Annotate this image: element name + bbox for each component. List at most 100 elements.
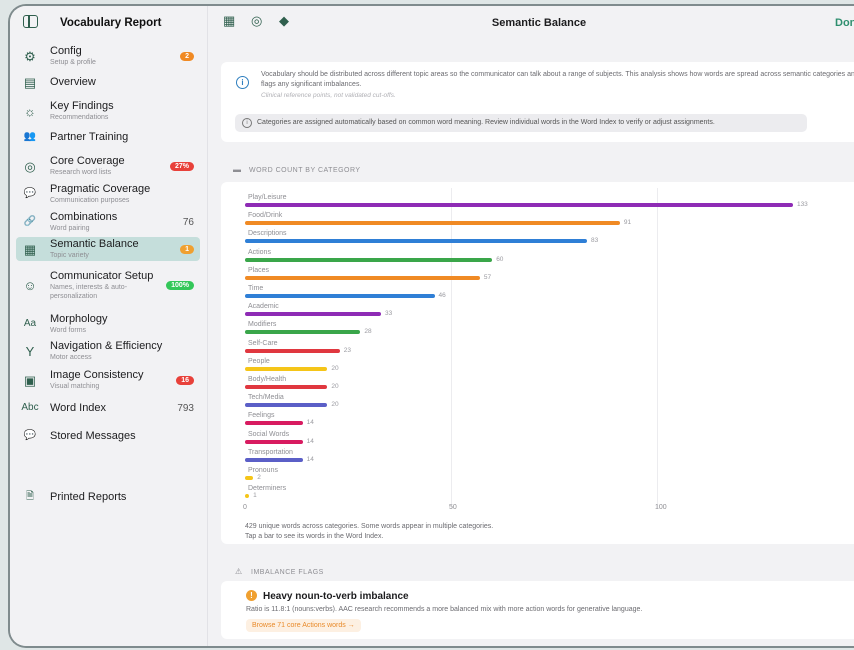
info-card: i Vocabulary should be distributed acros…	[221, 62, 854, 142]
chart-footer-hint: Tap a bar to see its words in the Word I…	[245, 533, 384, 540]
status-badge: 27%	[169, 161, 194, 171]
sidebar-item-text: Partner Training	[50, 131, 200, 144]
bar-academic[interactable]	[245, 312, 381, 317]
sidebar-item-text: Config Setup & profile	[50, 45, 180, 67]
bar-modifiers[interactable]	[245, 330, 361, 335]
sidebar-item-communicator-setup[interactable]: ☺ Communicator Setup Names, interests & au…	[16, 269, 200, 301]
sidebar-item-label: Communicator Setup	[50, 269, 154, 282]
category-label: Pronouns	[248, 467, 278, 474]
bar-value: 14	[306, 437, 314, 445]
x-tick-label: 50	[449, 504, 457, 511]
sidebar-item-overview[interactable]: ▤ Overview	[16, 73, 200, 91]
bar-value: 1	[253, 492, 257, 500]
bar-actions[interactable]	[245, 257, 493, 262]
sidebar-item-label: Pragmatic Coverage	[50, 183, 151, 195]
sidebar-item-morphology[interactable]: Aa Morphology Word forms	[16, 312, 200, 336]
sidebar-item-printed-reports[interactable]: 🗎 Printed Reports	[16, 488, 200, 506]
sidebar-item-key-findings[interactable]: ☼ Key Findings Recommendations	[16, 99, 200, 123]
category-label: Self-Care	[248, 339, 278, 347]
browse-actions-button[interactable]: Browse 71 core Actions words →	[246, 619, 361, 632]
sidebar: Vocabulary Report ⚙ Config Setup & profile…	[10, 6, 208, 646]
sidebar-item-word-index[interactable]: Abc Word Index 793	[16, 399, 200, 417]
report-icon: 🗎	[25, 491, 35, 502]
bar-value: 20	[331, 364, 339, 372]
sidebar-item-subtitle: Names, interests & auto-personalization	[50, 283, 128, 300]
sidebar-item-core-coverage[interactable]: ◎ Core Coverage Research word lists 27%	[16, 154, 200, 178]
sidebar-item-subtitle: Word pairing	[50, 225, 90, 232]
message-icon: 💬	[23, 430, 37, 441]
sidebar-item-partner-training[interactable]: 👥 Partner Training	[16, 128, 200, 146]
sidebar-item-text: Core Coverage Research word lists	[50, 155, 170, 177]
x-tick-label: 100	[655, 504, 667, 511]
info-text: Vocabulary should be distributed across …	[261, 71, 854, 88]
done-button[interactable]: Don	[835, 17, 854, 29]
document-icon: ▤	[23, 74, 37, 90]
sidebar-item-config[interactable]: ⚙ Config Setup & profile 2	[16, 44, 200, 68]
warning-icon: ⚠	[235, 567, 243, 576]
bar-play-leisure[interactable]	[245, 203, 793, 207]
sidebar-item-stored-messages[interactable]: 💬 Stored Messages	[16, 427, 200, 445]
sidebar-item-subtitle: Word forms	[50, 327, 87, 334]
bar-social-words[interactable]	[245, 439, 303, 444]
bar-value: 23	[343, 346, 351, 354]
gridline	[657, 188, 658, 508]
flag-card: ! Heavy noun-to-verb imbalance Ratio is …	[221, 581, 854, 639]
sidebar-item-subtitle: Communication purposes	[50, 197, 130, 204]
category-label: Academic	[248, 303, 279, 311]
sidebar-item-text: Overview	[50, 76, 200, 89]
grid-icon: ▦	[23, 241, 37, 257]
flags-section-title: IMBALANCE FLAGS	[251, 569, 324, 576]
info-circle-icon: i	[242, 118, 252, 128]
sidebar-item-text: Printed Reports	[50, 491, 200, 504]
bar-time[interactable]	[245, 294, 435, 298]
bar-descriptions[interactable]	[245, 239, 587, 244]
sidebar-item-pragmatic-coverage[interactable]: 💬 Pragmatic Coverage Communication purpose…	[16, 182, 200, 206]
category-label: Modifiers	[248, 321, 277, 329]
lightbulb-icon: ☼	[24, 103, 36, 119]
category-label: Transportation	[248, 448, 293, 456]
bar-transportation[interactable]	[245, 457, 303, 462]
gear-icon: ⚙	[24, 48, 36, 64]
bar-body-health[interactable]	[245, 385, 328, 389]
bar-value: 60	[496, 255, 504, 263]
bar-tech-media[interactable]	[245, 403, 328, 408]
sidebar-item-label: Printed Reports	[50, 490, 127, 503]
branch-icon: Y	[25, 343, 35, 359]
bar-people[interactable]	[245, 366, 328, 371]
status-badge: 100%	[166, 280, 194, 290]
sidebar-item-text: Navigation & Efficiency Motor access	[50, 340, 200, 362]
sidebar-toggle-icon[interactable]	[23, 15, 38, 28]
sidebar-item-semantic-balance[interactable]: ▦ Semantic Balance Topic variety 1	[16, 237, 200, 261]
sidebar-item-label: Combinations	[50, 211, 118, 223]
bar-value: 57	[483, 273, 492, 281]
item-count: 76	[182, 216, 194, 228]
category-label: People	[248, 357, 270, 365]
bar-pronouns[interactable]	[245, 476, 254, 480]
sidebar-item-label: Partner Training	[50, 130, 129, 143]
sidebar-item-subtitle: Topic variety	[50, 252, 89, 259]
sidebar-item-text: Semantic Balance Topic variety	[50, 238, 180, 260]
bar-value: 14	[306, 455, 314, 463]
sidebar-item-combinations[interactable]: 🔗 Combinations Word pairing 76	[16, 210, 200, 234]
bar-self-care[interactable]	[245, 348, 340, 353]
bar-food-drink[interactable]	[245, 221, 620, 226]
ipad-frame: Vocabulary Report ⚙ Config Setup & profile…	[8, 4, 854, 648]
sidebar-item-label: Overview	[50, 75, 96, 88]
category-label: Actions	[248, 248, 271, 256]
sidebar-item-navigation-efficiency[interactable]: Y Navigation & Efficiency Motor access	[16, 339, 200, 363]
category-label: Time	[248, 285, 264, 292]
target-icon: ◎	[24, 158, 36, 174]
person-circle-icon: ☺	[23, 277, 37, 293]
sidebar-item-subtitle: Research word lists	[50, 169, 112, 176]
x-tick-label: 0	[243, 504, 247, 511]
sidebar-item-image-consistency[interactable]: ▣ Image Consistency Visual matching 16	[16, 368, 200, 392]
info-icon: i	[236, 76, 249, 89]
item-count: 793	[177, 402, 194, 414]
bar-places[interactable]	[245, 275, 480, 280]
gridline	[451, 188, 452, 508]
bar-determiners[interactable]	[245, 494, 250, 499]
category-label: Places	[248, 266, 270, 274]
sidebar-item-text: Key Findings Recommendations	[50, 100, 200, 122]
bar-feelings[interactable]	[245, 421, 303, 426]
category-notice: i Categories are assigned automatically …	[235, 114, 807, 132]
